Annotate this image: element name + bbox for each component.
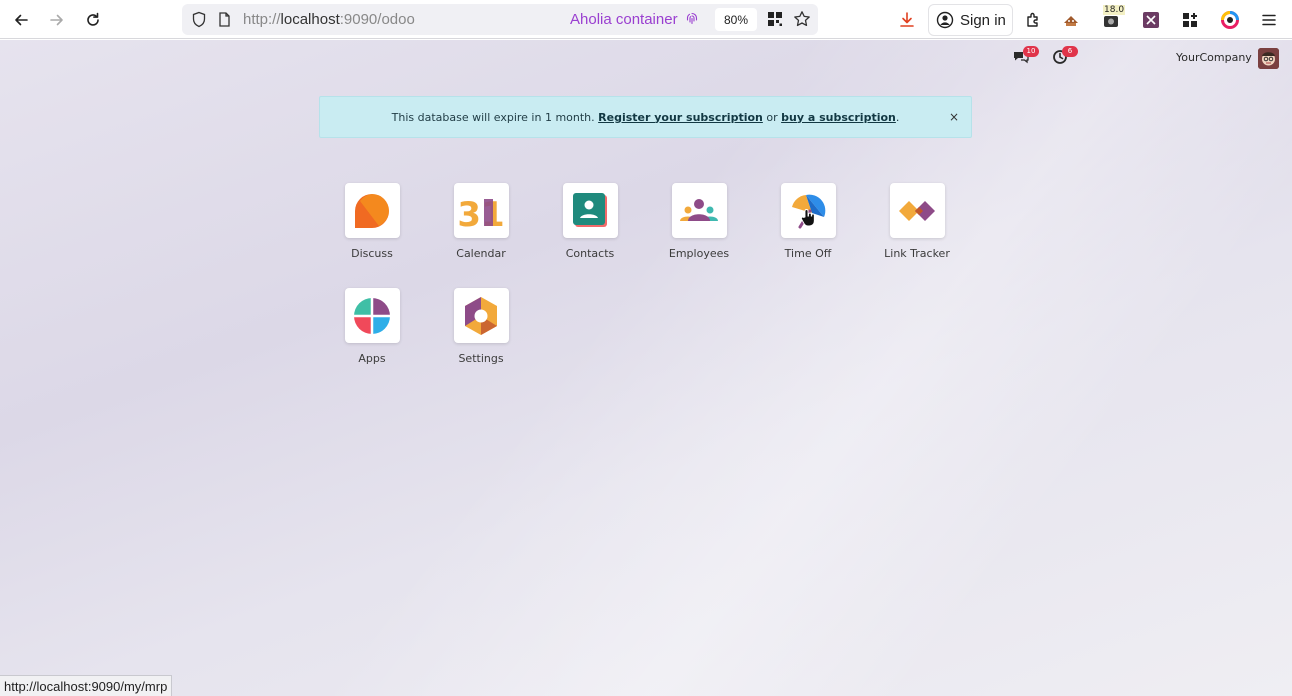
hat-icon bbox=[1064, 16, 1078, 26]
extension-grid-button[interactable] bbox=[1176, 6, 1204, 34]
extensions-button[interactable] bbox=[1020, 6, 1048, 34]
discuss-icon bbox=[355, 193, 389, 228]
address-bar[interactable]: http://localhost:9090/odoo Aholia contai… bbox=[182, 4, 818, 35]
app-tile: 31 bbox=[453, 183, 509, 238]
activity-menu[interactable]: 6 bbox=[1052, 46, 1078, 69]
company-switcher[interactable]: YourCompany bbox=[1176, 51, 1252, 64]
fingerprint-icon bbox=[686, 12, 697, 25]
reload-button[interactable] bbox=[79, 6, 107, 34]
banner-text-end: . bbox=[895, 110, 900, 124]
settings-icon bbox=[465, 296, 497, 335]
shield-icon[interactable] bbox=[191, 11, 207, 28]
activities-badge: 6 bbox=[1062, 46, 1078, 57]
forward-arrow-icon bbox=[50, 14, 63, 26]
sign-in-button[interactable]: Sign in bbox=[928, 4, 1013, 36]
app-discuss[interactable]: Discuss bbox=[322, 183, 422, 260]
extension-x-button[interactable] bbox=[1137, 6, 1165, 34]
app-apps[interactable]: Apps bbox=[322, 288, 422, 365]
banner-close-button[interactable]: × bbox=[949, 110, 959, 124]
browser-toolbar: http://localhost:9090/odoo Aholia contai… bbox=[0, 0, 1292, 39]
hamburger-menu-icon bbox=[1262, 14, 1276, 26]
app-label: Contacts bbox=[565, 247, 615, 260]
app-label: Apps bbox=[358, 352, 386, 365]
downloads-button[interactable] bbox=[893, 6, 921, 34]
grid-plus-icon bbox=[1183, 13, 1197, 27]
expiration-banner: This database will expire in 1 month. Re… bbox=[319, 96, 972, 138]
calendar-glyph: 31 bbox=[459, 195, 503, 233]
buy-subscription-link[interactable]: buy a subscription bbox=[781, 111, 896, 124]
banner-text: This database will expire in 1 month. bbox=[391, 110, 599, 124]
sign-in-label: Sign in bbox=[960, 11, 1006, 29]
url-scheme: http:// bbox=[243, 11, 281, 28]
url-path: :9090/odoo bbox=[339, 11, 415, 28]
messages-badge: 10 bbox=[1023, 46, 1039, 57]
odoo-home-menu: 10 6 YourCompany This database will expi… bbox=[0, 40, 1292, 696]
app-calendar[interactable]: 31 Calendar bbox=[431, 183, 531, 260]
app-settings[interactable]: Settings bbox=[431, 288, 531, 365]
app-link-tracker[interactable]: Link Tracker bbox=[867, 183, 967, 260]
x-logo-icon bbox=[1143, 12, 1159, 28]
app-label: Link Tracker bbox=[884, 247, 950, 260]
systray: 10 6 YourCompany bbox=[992, 40, 1292, 76]
app-tile bbox=[671, 183, 727, 238]
url-text[interactable]: http://localhost:9090/odoo bbox=[243, 11, 415, 28]
calendar-icon: 31 bbox=[459, 195, 503, 233]
extension-badge: 18.0 bbox=[1103, 5, 1126, 15]
reload-icon bbox=[87, 12, 99, 26]
qr-code-icon[interactable] bbox=[767, 11, 783, 27]
employees-icon bbox=[680, 198, 718, 221]
app-tile bbox=[344, 183, 400, 238]
back-button[interactable] bbox=[7, 6, 35, 34]
link-tracker-icon bbox=[899, 200, 935, 221]
apps-icon bbox=[354, 297, 390, 334]
url-host: localhost bbox=[280, 11, 340, 28]
app-label: Settings bbox=[458, 352, 504, 365]
user-avatar[interactable] bbox=[1258, 48, 1279, 69]
bookmark-star-icon[interactable] bbox=[793, 10, 811, 28]
app-label: Calendar bbox=[456, 247, 506, 260]
messaging-menu[interactable]: 10 bbox=[1012, 46, 1039, 69]
app-tile bbox=[889, 183, 945, 238]
app-label: Employees bbox=[668, 247, 730, 260]
app-employees[interactable]: Employees bbox=[649, 183, 749, 260]
forward-button[interactable] bbox=[43, 6, 71, 34]
app-label: Discuss bbox=[351, 247, 393, 260]
download-icon bbox=[900, 12, 914, 27]
puzzle-icon bbox=[1027, 12, 1038, 27]
extension-color-button[interactable] bbox=[1216, 6, 1244, 34]
back-arrow-icon bbox=[15, 14, 28, 26]
banner-text-or: or bbox=[762, 110, 782, 124]
contacts-icon bbox=[573, 192, 607, 227]
container-name: Aholia container bbox=[570, 11, 678, 28]
app-tile bbox=[344, 288, 400, 343]
app-tile bbox=[562, 183, 618, 238]
app-contacts[interactable]: Contacts bbox=[540, 183, 640, 260]
user-avatar-icon bbox=[1258, 48, 1279, 69]
extension-hat-button[interactable] bbox=[1057, 6, 1085, 34]
extension-camera-button[interactable]: 18.0 bbox=[1097, 5, 1126, 34]
color-wheel-icon bbox=[1221, 11, 1239, 29]
zoom-level[interactable]: 80% bbox=[715, 8, 757, 31]
app-label: Time Off bbox=[784, 247, 832, 260]
register-subscription-link[interactable]: Register your subscription bbox=[598, 111, 763, 124]
page-icon[interactable] bbox=[218, 12, 231, 27]
app-tile bbox=[453, 288, 509, 343]
link-status-bar: http://localhost:9090/my/mrp bbox=[0, 675, 173, 696]
account-icon bbox=[936, 11, 954, 29]
hand-cursor-icon bbox=[801, 209, 815, 227]
container-label[interactable]: Aholia container bbox=[570, 11, 698, 28]
menu-button[interactable] bbox=[1255, 6, 1283, 34]
